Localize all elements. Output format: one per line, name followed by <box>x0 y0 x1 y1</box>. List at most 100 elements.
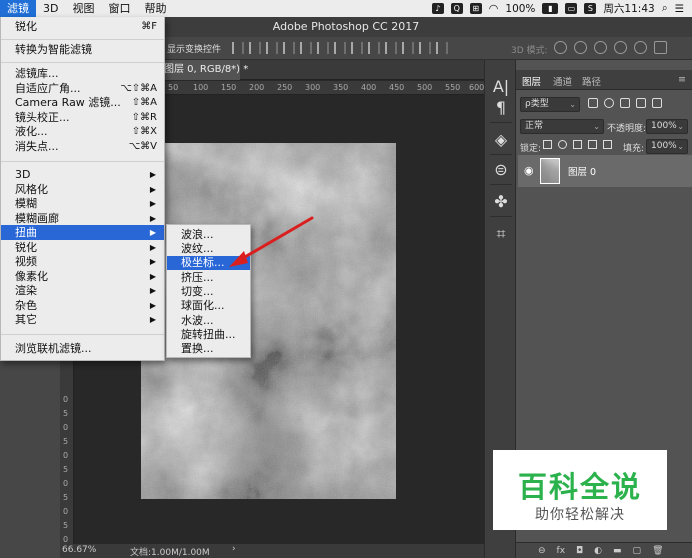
chevron-down-icon: ⌄ <box>569 100 576 109</box>
mask-icon[interactable]: ◘ <box>576 546 583 556</box>
submenu-item-zigzag[interactable]: 水波... <box>167 314 250 328</box>
notification-icon[interactable]: ♪ <box>431 3 444 14</box>
auto-align-icon[interactable] <box>436 42 448 54</box>
sync-icon[interactable]: S <box>584 3 597 14</box>
align-top-icon[interactable] <box>232 42 244 54</box>
distribute-vcenter-icon[interactable] <box>351 42 363 54</box>
submenu-item-spherize[interactable]: 球面化... <box>167 299 250 313</box>
workspace-icon[interactable] <box>654 41 667 54</box>
character-icon[interactable]: A| <box>491 77 511 97</box>
layer-row[interactable]: ◉ 图层 0 <box>518 155 692 187</box>
menu-item-render[interactable]: 渲染 ▶ <box>1 283 164 298</box>
submenu-item-twirl[interactable]: 旋转扭曲... <box>167 328 250 342</box>
menu-item-stylize[interactable]: 风格化 ▶ <box>1 182 164 197</box>
paragraph-icon[interactable]: ¶ <box>491 98 511 118</box>
type-filter-icon[interactable] <box>620 98 630 108</box>
lock-transparent-icon[interactable] <box>543 140 552 149</box>
menu-item-noise[interactable]: 杂色 ▶ <box>1 298 164 313</box>
fx-icon[interactable]: fx <box>557 546 566 556</box>
menu-item-3d[interactable]: 3D ▶ <box>1 167 164 182</box>
folder-icon[interactable]: ▬ <box>613 546 622 556</box>
align-bottom-icon[interactable] <box>266 42 278 54</box>
lock-move-icon[interactable] <box>573 140 582 149</box>
swatches-icon[interactable]: ✤ <box>491 192 511 212</box>
pan-3d-icon[interactable] <box>594 41 607 54</box>
menu-item-lens-correction[interactable]: 镜头校正... ⇧⌘R <box>1 110 164 125</box>
distribute-right-icon[interactable] <box>419 42 431 54</box>
tab-channels[interactable]: 通道 <box>553 74 572 88</box>
slide-3d-icon[interactable] <box>614 41 627 54</box>
distribute-left-icon[interactable] <box>385 42 397 54</box>
menu-item-sharpen-last[interactable]: 锐化 ⌘F <box>1 19 164 34</box>
input-method-icon[interactable]: ⊞ <box>469 3 482 14</box>
menu-window[interactable]: 窗口 <box>101 0 137 17</box>
opacity-field[interactable]: 100% ⌄ <box>646 119 688 134</box>
menu-item-liquify[interactable]: 液化... ⇧⌘X <box>1 124 164 139</box>
crop-icon[interactable]: ⌗ <box>491 224 511 244</box>
menu-item-vanishing-point[interactable]: 消失点... ⌥⌘V <box>1 139 164 154</box>
menu-item-sharpen[interactable]: 锐化 ▶ <box>1 240 164 255</box>
clock[interactable]: 周六11:43 <box>603 1 654 16</box>
menu-item-convert-smart[interactable]: 转换为智能滤镜 <box>1 42 164 57</box>
layer-kind-filter[interactable]: ρ类型 ⌄ <box>520 97 580 112</box>
menu-item-browse-online[interactable]: 浏览联机滤镜... <box>1 341 164 356</box>
fill-field[interactable]: 100% ⌄ <box>646 139 688 154</box>
visibility-eye-icon[interactable]: ◉ <box>524 164 534 177</box>
lock-all-icon[interactable] <box>603 140 612 149</box>
adjustment-layer-icon[interactable]: ◐ <box>594 546 602 556</box>
menu-item-pixelate[interactable]: 像素化 ▶ <box>1 269 164 284</box>
align-vcenter-icon[interactable] <box>249 42 261 54</box>
tab-layers[interactable]: 图层 <box>522 74 541 88</box>
zoom-level[interactable]: 66.67% <box>62 545 96 555</box>
adjustments-icon[interactable]: ⊜ <box>491 160 511 180</box>
menu-help[interactable]: 帮助 <box>137 0 173 17</box>
layers-stack-icon[interactable]: ◈ <box>491 130 511 150</box>
menu-item-blur[interactable]: 模糊 ▶ <box>1 196 164 211</box>
menu-item-blur-gallery[interactable]: 模糊画廊 ▶ <box>1 211 164 226</box>
submenu-arrow-icon: ▶ <box>149 199 156 208</box>
trash-icon[interactable]: 🗑 <box>652 546 663 556</box>
search-icon[interactable]: ⌕ <box>662 2 668 15</box>
align-hcenter-icon[interactable] <box>300 42 312 54</box>
align-left-icon[interactable] <box>283 42 295 54</box>
pixel-filter-icon[interactable] <box>588 98 598 108</box>
menu-item-adaptive-wide[interactable]: 自适应广角... ⌥⇧⌘A <box>1 81 164 96</box>
align-right-icon[interactable] <box>317 42 329 54</box>
scale-3d-icon[interactable] <box>634 41 647 54</box>
menu-filter[interactable]: 滤镜 <box>0 0 36 17</box>
display-icon[interactable]: ▭ <box>565 3 578 14</box>
menu-3d[interactable]: 3D <box>36 0 65 17</box>
menu-item-distort[interactable]: 扭曲 ▶ <box>1 225 164 240</box>
battery-icon[interactable]: ▮ <box>542 3 559 14</box>
roll-3d-icon[interactable] <box>574 41 587 54</box>
menu-separator <box>1 39 164 40</box>
menu-view[interactable]: 视图 <box>65 0 101 17</box>
new-layer-icon[interactable]: ▢ <box>633 546 642 556</box>
shape-filter-icon[interactable] <box>636 98 646 108</box>
link-layers-icon[interactable]: ⊖ <box>538 546 546 556</box>
layer-name[interactable]: 图层 0 <box>568 164 596 178</box>
menu-list-icon[interactable]: ☰ <box>675 3 684 15</box>
distribute-hcenter-icon[interactable] <box>402 42 414 54</box>
submenu-item-shear[interactable]: 切变... <box>167 285 250 299</box>
submenu-arrow-icon: ▶ <box>149 272 156 281</box>
lock-artboard-icon[interactable] <box>588 140 597 149</box>
panel-menu-icon[interactable]: ≡ <box>678 74 686 85</box>
qq-icon[interactable]: Q <box>450 3 463 14</box>
lock-brush-icon[interactable] <box>558 140 567 149</box>
orbit-3d-icon[interactable] <box>554 41 567 54</box>
menu-item-video[interactable]: 视频 ▶ <box>1 254 164 269</box>
tab-paths[interactable]: 路径 <box>582 74 601 88</box>
wifi-icon[interactable]: ◠ <box>489 2 499 15</box>
smart-filter-icon[interactable] <box>652 98 662 108</box>
status-arrow[interactable]: › <box>232 544 236 554</box>
blend-mode-select[interactable]: 正常 ⌄ <box>520 119 604 134</box>
menu-item-filter-gallery[interactable]: 滤镜库... <box>1 66 164 81</box>
menu-item-other[interactable]: 其它 ▶ <box>1 312 164 327</box>
distribute-top-icon[interactable] <box>334 42 346 54</box>
adjustment-filter-icon[interactable] <box>604 98 614 108</box>
distribute-bottom-icon[interactable] <box>368 42 380 54</box>
menu-item-label: 转换为智能滤镜 <box>15 43 92 56</box>
menu-item-camera-raw[interactable]: Camera Raw 滤镜... ⇧⌘A <box>1 95 164 110</box>
submenu-item-displace[interactable]: 置换... <box>167 342 250 356</box>
